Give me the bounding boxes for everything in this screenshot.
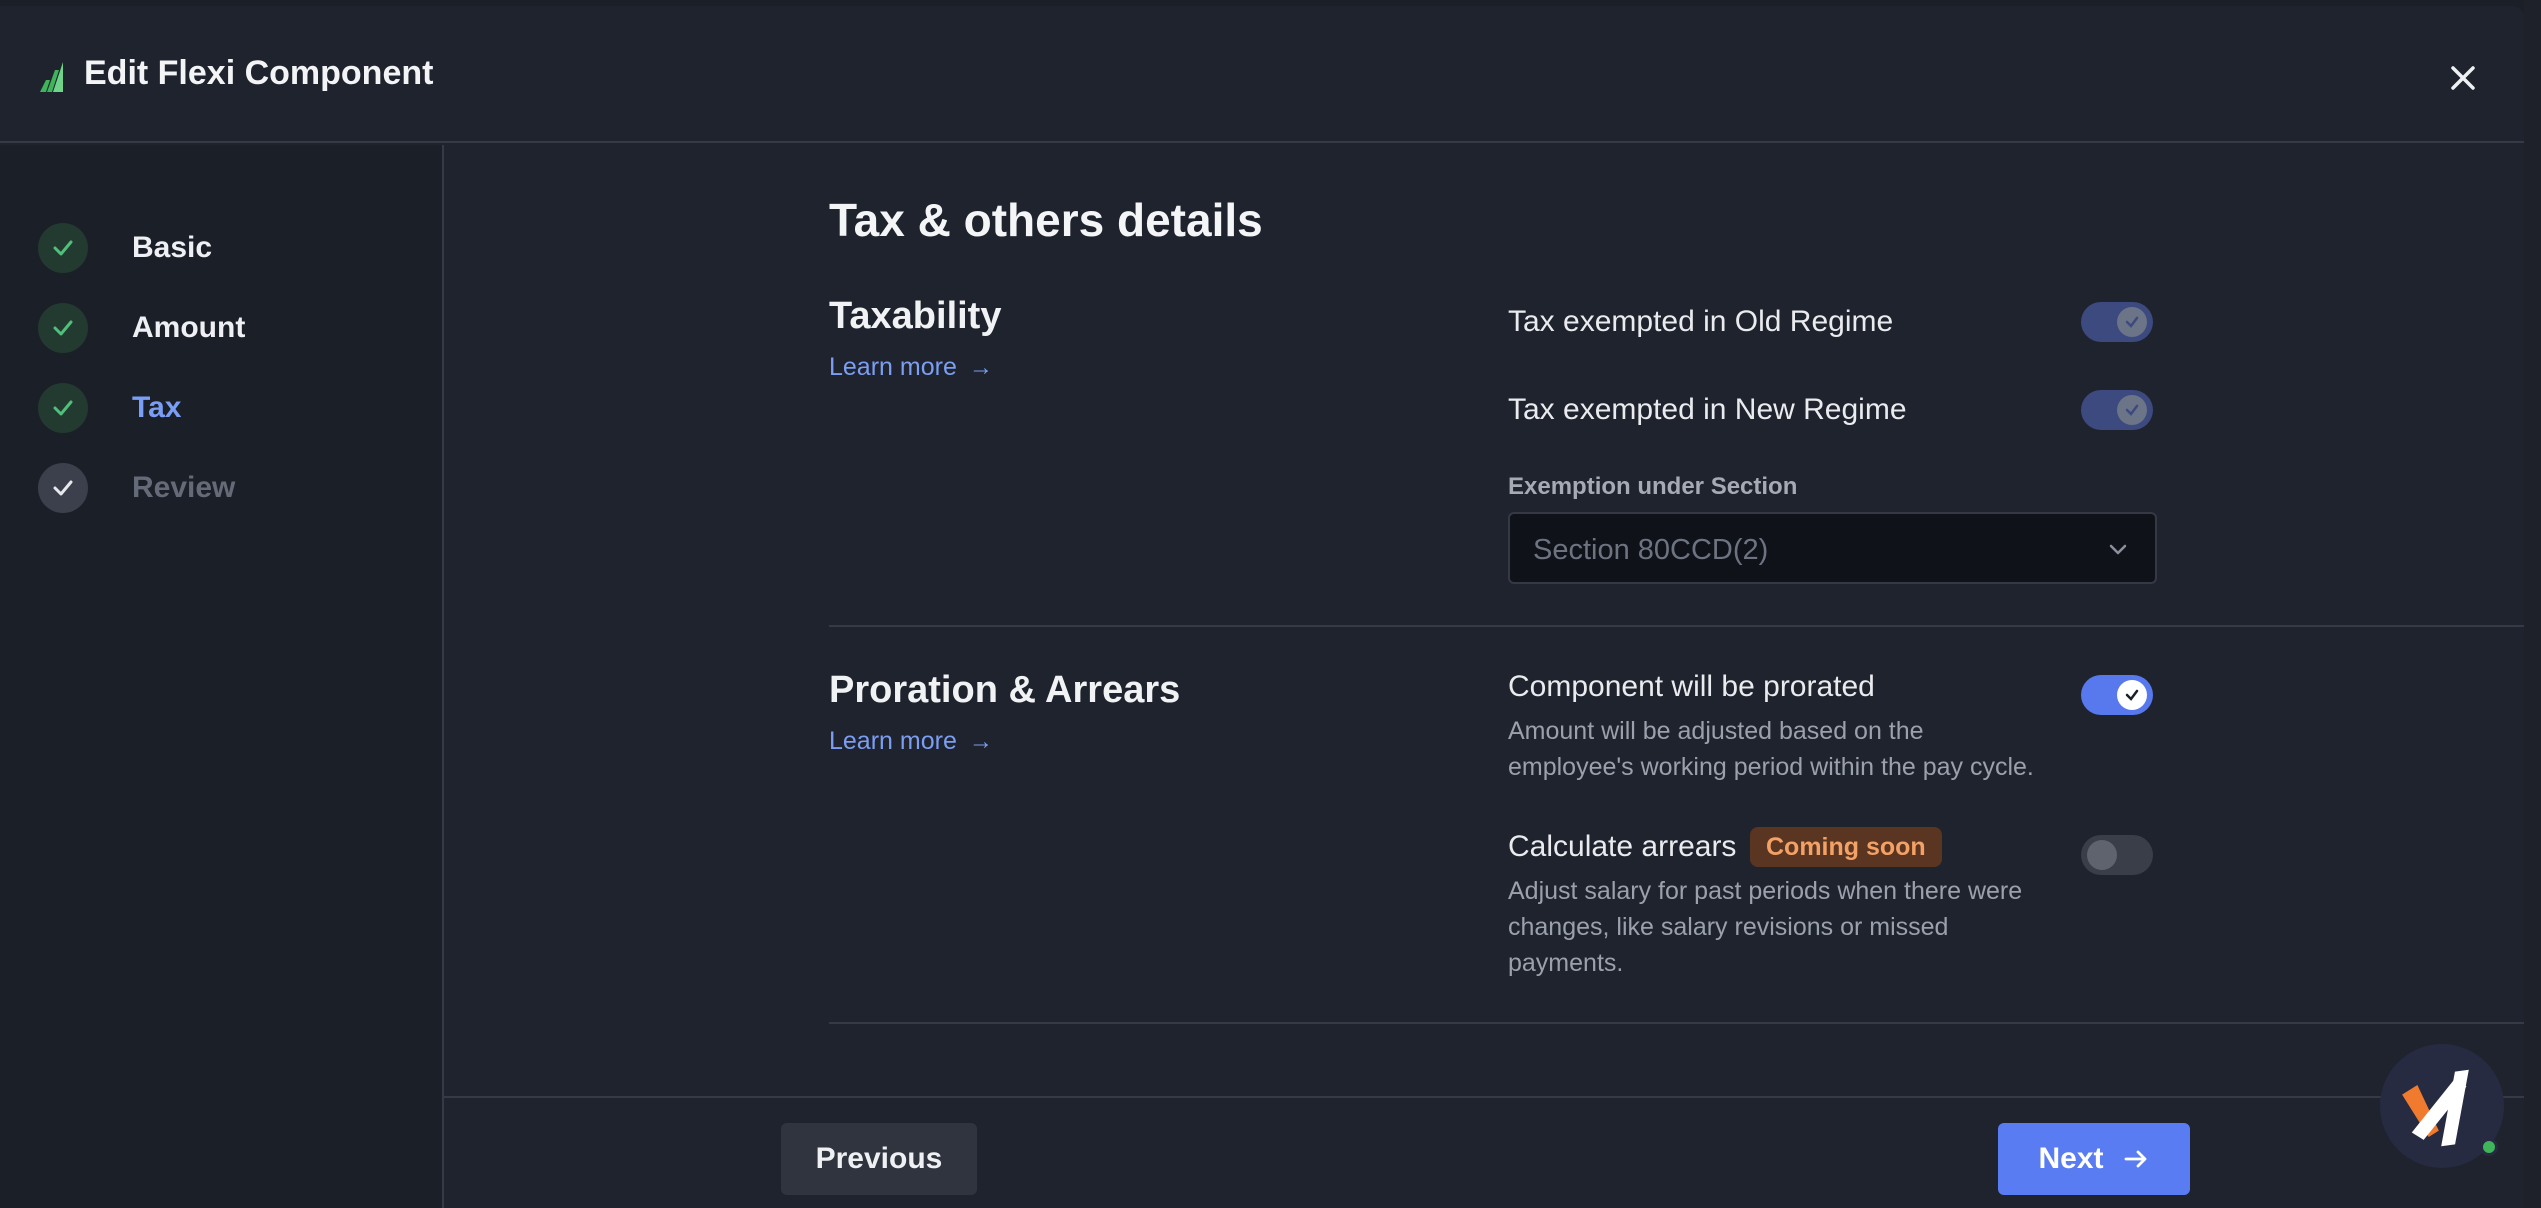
exemption-section-label: Exemption under Section — [1508, 473, 1798, 500]
toggle-knob — [2087, 840, 2117, 870]
arrow-right-icon — [2124, 1150, 2146, 1168]
check-icon — [38, 303, 88, 353]
proration-title: Proration & Arrears — [829, 669, 1181, 711]
arrears-description-line: changes, like salary revisions or missed — [1508, 913, 1949, 941]
chevron-down-icon — [2109, 544, 2127, 555]
arrears-description-line: Adjust salary for past periods when ther… — [1508, 877, 2023, 905]
step-basic[interactable]: Basic — [38, 223, 418, 273]
old-regime-toggle[interactable] — [2081, 302, 2153, 342]
arrears-description-line: payments. — [1508, 949, 1624, 977]
main-content: Tax & others details Taxability Learn mo… — [444, 145, 2524, 1208]
online-status-dot — [2480, 1138, 2498, 1156]
edit-component-modal: Edit Flexi Component Basic Amount Tax Re… — [0, 6, 2524, 1208]
check-icon — [2117, 680, 2147, 710]
brand-leaf-icon — [40, 62, 63, 92]
exemption-section-select[interactable]: Section 80CCD(2) — [1508, 512, 2157, 584]
arrow-right-icon: → — [968, 727, 993, 755]
prorated-description-line: Amount will be adjusted based on the — [1508, 717, 1924, 745]
page-title: Tax & others details — [829, 194, 1263, 246]
arrears-toggle[interactable] — [2081, 835, 2153, 875]
assistant-launcher-button[interactable] — [2380, 1044, 2504, 1168]
check-icon — [38, 383, 88, 433]
window-edge — [2524, 0, 2541, 1208]
proration-learn-more-link[interactable]: Learn more → — [829, 727, 993, 756]
previous-button[interactable]: Previous — [781, 1123, 977, 1195]
select-value: Section 80CCD(2) — [1533, 534, 1769, 566]
learn-more-label: Learn more — [829, 353, 957, 381]
new-regime-toggle[interactable] — [2081, 390, 2153, 430]
arrow-right-icon: → — [968, 353, 993, 381]
arrears-label: Calculate arrears — [1508, 830, 1737, 863]
step-label: Review — [132, 471, 236, 504]
step-label: Basic — [132, 231, 213, 264]
old-regime-label: Tax exempted in Old Regime — [1508, 305, 1894, 338]
modal-title: Edit Flexi Component — [84, 54, 434, 92]
close-icon[interactable] — [2443, 58, 2483, 98]
prorated-toggle[interactable] — [2081, 675, 2153, 715]
coming-soon-badge: Coming soon — [1750, 827, 1942, 867]
check-icon — [38, 463, 88, 513]
check-icon — [2117, 307, 2147, 337]
step-tax[interactable]: Tax — [38, 383, 418, 433]
next-button[interactable]: Next — [1998, 1123, 2190, 1195]
modal-footer: Previous Next — [444, 1096, 2524, 1208]
prorated-label: Component will be prorated — [1508, 670, 1875, 703]
step-review[interactable]: Review — [38, 463, 418, 513]
taxability-learn-more-link[interactable]: Learn more → — [829, 353, 993, 382]
modal-header: Edit Flexi Component — [0, 6, 2524, 143]
section-divider — [829, 625, 2524, 627]
taxability-title: Taxability — [829, 295, 1002, 337]
step-label: Amount — [132, 311, 246, 344]
prorated-description-line: employee's working period within the pay… — [1508, 753, 2034, 781]
step-amount[interactable]: Amount — [38, 303, 418, 353]
learn-more-label: Learn more — [829, 727, 957, 755]
new-regime-label: Tax exempted in New Regime — [1508, 393, 1907, 426]
section-divider — [829, 1022, 2524, 1024]
stepper-sidebar: Basic Amount Tax Review — [0, 145, 444, 1208]
check-icon — [2117, 395, 2147, 425]
next-label: Next — [2038, 1142, 2104, 1175]
step-label: Tax — [132, 391, 182, 424]
check-icon — [38, 223, 88, 273]
